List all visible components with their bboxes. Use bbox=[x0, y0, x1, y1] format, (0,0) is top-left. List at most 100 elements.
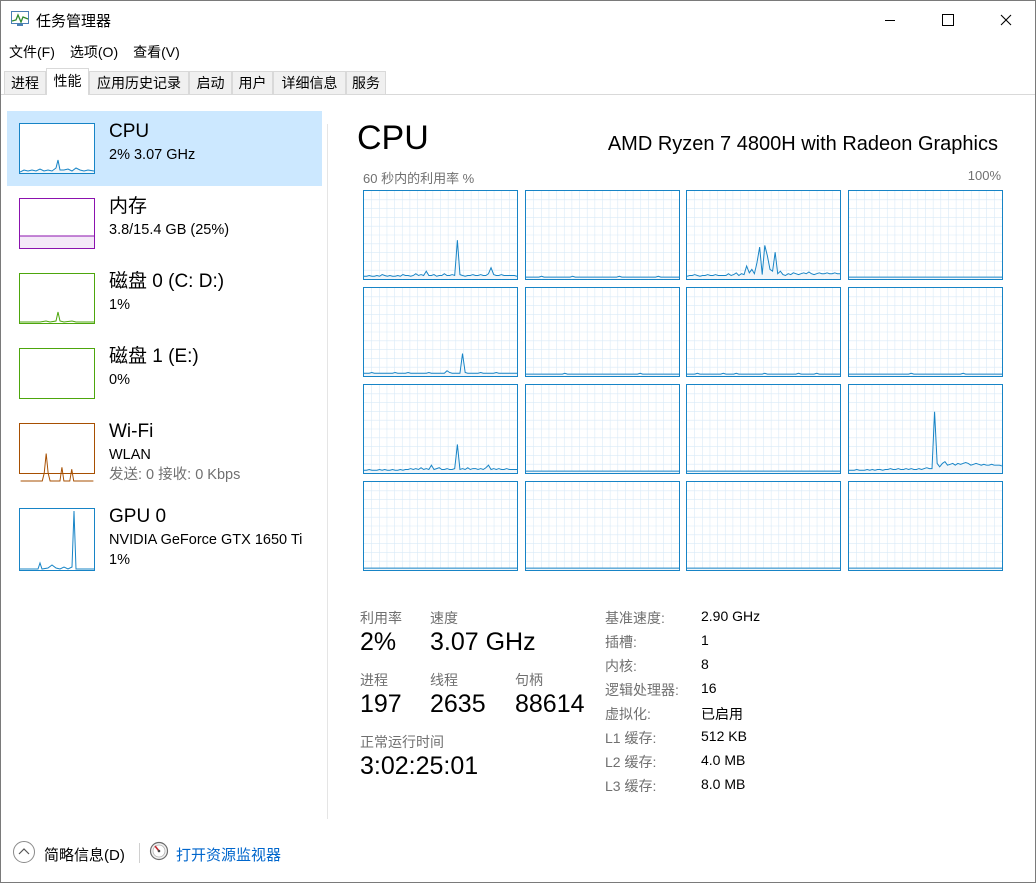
uptime-label: 正常运行时间 bbox=[360, 734, 444, 750]
sidebar-disk0-usage: 1% bbox=[109, 297, 130, 313]
gpu-thumbnail-line bbox=[20, 510, 94, 570]
memory-thumbnail-line bbox=[20, 235, 94, 248]
maximize-icon bbox=[942, 14, 954, 26]
tab-processes[interactable]: 进程 bbox=[4, 71, 46, 94]
tab-startup[interactable]: 启动 bbox=[189, 71, 232, 94]
processes-value: 197 bbox=[360, 690, 402, 718]
cpu-thumbnail-graph bbox=[19, 123, 95, 174]
sidebar-item-disk0[interactable]: 磁盘 0 (C: D:) 1% bbox=[7, 261, 322, 336]
menu-bar: 文件(F) 选项(O) 查看(V) bbox=[1, 41, 187, 63]
speed-value: 3.07 GHz bbox=[430, 628, 536, 656]
logical-processor-graph bbox=[847, 287, 1003, 377]
menu-view[interactable]: 查看(V) bbox=[125, 41, 187, 63]
disk1-thumbnail-graph bbox=[19, 348, 95, 399]
sidebar-wifi-title: Wi-Fi bbox=[109, 421, 154, 442]
sidebar-item-gpu[interactable]: GPU 0 NVIDIA GeForce GTX 1650 Ti 1% bbox=[7, 496, 322, 571]
window-title: 任务管理器 bbox=[36, 13, 112, 30]
spec-key: 虚拟化: bbox=[605, 706, 651, 722]
spec-value: 512 KB bbox=[701, 728, 747, 744]
uptime-value: 3:02:25:01 bbox=[360, 752, 479, 780]
menu-file[interactable]: 文件(F) bbox=[1, 41, 62, 63]
threads-value: 2635 bbox=[430, 690, 486, 718]
maximize-button[interactable] bbox=[919, 1, 977, 39]
logical-processor-graph bbox=[363, 384, 518, 474]
spec-key: L1 缓存: bbox=[605, 730, 657, 746]
chevron-up-icon[interactable] bbox=[13, 841, 35, 863]
sidebar-gpu-title: GPU 0 bbox=[109, 506, 167, 527]
sidebar-item-memory[interactable]: 内存 3.8/15.4 GB (25%) bbox=[7, 186, 322, 261]
performance-sidebar: CPU 2% 3.07 GHz 内存 3.8/15.4 GB (25%) 磁盘 … bbox=[1, 96, 327, 816]
open-resource-monitor-link[interactable]: 打开资源监视器 bbox=[176, 844, 281, 865]
spec-value: 4.0 MB bbox=[701, 752, 746, 768]
spec-key: 内核: bbox=[605, 658, 637, 674]
resource-monitor-icon[interactable] bbox=[149, 841, 169, 861]
tab-details[interactable]: 详细信息 bbox=[273, 71, 346, 94]
logical-processor-graph bbox=[363, 481, 518, 571]
close-icon bbox=[1000, 14, 1012, 26]
sidebar-item-cpu[interactable]: CPU 2% 3.07 GHz bbox=[7, 111, 322, 186]
fewer-details-button[interactable]: 简略信息(D) bbox=[44, 844, 125, 865]
sidebar-item-disk1[interactable]: 磁盘 1 (E:) 0% bbox=[7, 336, 322, 411]
sidebar-cpu-title: CPU bbox=[109, 121, 150, 142]
spec-value: 8 bbox=[701, 656, 709, 672]
disk0-thumbnail-graph bbox=[19, 273, 95, 324]
sidebar-item-wifi[interactable]: Wi-Fi WLAN 发送: 0 接收: 0 Kbps bbox=[7, 411, 322, 486]
tab-services[interactable]: 服务 bbox=[346, 71, 386, 94]
footer-bar: 简略信息(D) 打开资源监视器 bbox=[1, 837, 1035, 877]
tab-performance[interactable]: 性能 bbox=[46, 68, 89, 95]
logical-processor-graph bbox=[686, 384, 841, 474]
sidebar-memory-usage: 3.8/15.4 GB (25%) bbox=[109, 222, 230, 238]
spec-key: L3 缓存: bbox=[605, 778, 657, 794]
minimize-icon bbox=[885, 20, 895, 21]
sidebar-disk1-title: 磁盘 1 (E:) bbox=[109, 346, 199, 367]
utilization-label: 利用率 bbox=[360, 610, 402, 626]
logical-processor-graph bbox=[524, 384, 680, 474]
sidebar-cpu-usage: 2% 3.07 GHz bbox=[109, 147, 196, 163]
logical-processor-graph bbox=[686, 481, 841, 571]
minimize-button[interactable] bbox=[861, 1, 919, 39]
tab-app-history[interactable]: 应用历史记录 bbox=[89, 71, 189, 94]
spec-value: 2.90 GHz bbox=[701, 608, 761, 624]
spec-key: 基准速度: bbox=[605, 610, 665, 626]
spec-value: 16 bbox=[701, 680, 717, 696]
spec-value: 8.0 MB bbox=[701, 776, 746, 792]
gpu-thumbnail-graph bbox=[19, 508, 95, 571]
menu-options[interactable]: 选项(O) bbox=[62, 41, 125, 63]
logical-processor-graph bbox=[847, 190, 1003, 280]
tab-users[interactable]: 用户 bbox=[232, 71, 273, 94]
close-button[interactable] bbox=[977, 1, 1035, 39]
sidebar-wifi-throughput: 发送: 0 接收: 0 Kbps bbox=[109, 467, 241, 483]
sidebar-wifi-adapter: WLAN bbox=[109, 447, 151, 463]
sidebar-gpu-usage: 1% bbox=[109, 552, 130, 568]
logical-processor-graph bbox=[363, 190, 518, 280]
spec-key: 逻辑处理器: bbox=[605, 682, 679, 698]
cpu-thumbnail-line bbox=[19, 159, 95, 173]
wifi-thumbnail-graph bbox=[19, 423, 95, 482]
sidebar-splitter[interactable] bbox=[327, 124, 328, 819]
graph-max-label: 100% bbox=[967, 168, 1001, 183]
task-manager-window: 任务管理器 文件(F) 选项(O) 查看(V) 进程 性能 应用历史记录 启动 … bbox=[0, 0, 1036, 883]
spec-value: 已启用 bbox=[701, 706, 743, 722]
task-manager-app-icon bbox=[11, 11, 29, 26]
threads-label: 线程 bbox=[430, 672, 458, 688]
sidebar-memory-title: 内存 bbox=[109, 196, 148, 217]
logical-processor-graph bbox=[524, 190, 680, 280]
graph-caption: 60 秒内的利用率 % bbox=[363, 171, 475, 186]
logical-processor-graph bbox=[847, 384, 1003, 474]
sidebar-gpu-model: NVIDIA GeForce GTX 1650 Ti bbox=[109, 532, 303, 548]
handles-label: 句柄 bbox=[515, 672, 543, 688]
handles-value: 88614 bbox=[515, 690, 585, 718]
logical-processor-graphs[interactable] bbox=[363, 190, 1003, 572]
spec-value: 1 bbox=[701, 632, 709, 648]
disk0-thumbnail-line bbox=[20, 311, 94, 323]
spec-key: 插槽: bbox=[605, 634, 637, 650]
logical-processor-graph bbox=[686, 287, 841, 377]
memory-thumbnail-graph bbox=[19, 198, 95, 249]
processes-label: 进程 bbox=[360, 672, 388, 688]
utilization-value: 2% bbox=[360, 628, 397, 656]
footer-divider bbox=[139, 843, 140, 863]
tab-bar: 进程 性能 应用历史记录 启动 用户 详细信息 服务 bbox=[1, 68, 1035, 95]
logical-processor-graph bbox=[363, 287, 518, 377]
sidebar-disk1-usage: 0% bbox=[109, 372, 130, 388]
title-bar: 任务管理器 bbox=[1, 1, 1035, 39]
